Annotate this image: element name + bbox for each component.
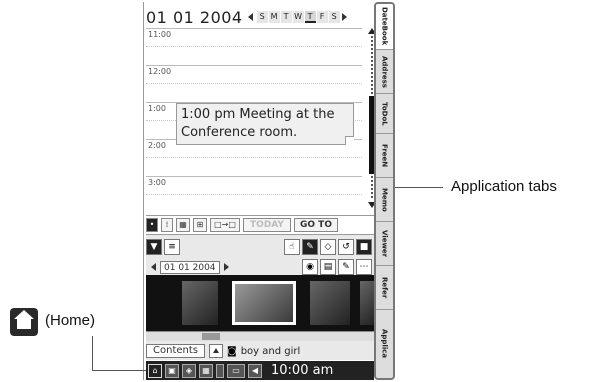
tab-label: Memo <box>380 187 389 212</box>
home-icon-illustration <box>10 308 38 336</box>
tab-label: Applica <box>380 329 389 359</box>
color-swatch-icon[interactable]: ■ <box>356 239 372 255</box>
time-slot-label: 1:00 <box>148 104 166 113</box>
home-label: (Home) <box>45 312 96 329</box>
clock[interactable]: 10:00 am <box>271 363 333 378</box>
view-toolbar: • ⁞ ▦ ⊞ □→□ TODAY GO TO <box>146 215 374 233</box>
tab-label: Refer <box>380 276 389 299</box>
callout-line-tabs <box>395 187 443 188</box>
next-date-arrow-icon[interactable] <box>223 263 229 271</box>
tab-label: DateBook <box>380 7 389 46</box>
tab-freenote[interactable]: FreeN <box>376 134 393 178</box>
tab-todo[interactable]: ToDoL <box>376 94 393 134</box>
hand-tool-icon[interactable]: ☝ <box>284 239 300 255</box>
picture-caption: boy and girl <box>240 345 301 357</box>
caption-bar: Contents ◙ boy and girl <box>146 343 374 359</box>
tab-viewer[interactable]: Viewer <box>376 222 393 266</box>
date-bar: 01 01 2004 S M T W T F S <box>146 6 374 28</box>
viewer-toolbar: ▼ ≡ ☝ ✎ ◇ ↺ ■ <box>146 237 374 257</box>
time-slot-label: 2:00 <box>148 141 166 150</box>
time-slot-label: 3:00 <box>148 178 166 187</box>
picture-date[interactable]: 01 01 2004 <box>160 260 220 274</box>
horizontal-scrollbar[interactable] <box>146 331 374 341</box>
callout-line-home-v <box>92 336 93 370</box>
camera-small-icon: ◙ <box>226 345 237 357</box>
thumbnail[interactable] <box>182 281 218 325</box>
day-timeline: 11:00 12:00 1:00 2:00 3:00 1:00 pm Meeti… <box>146 28 376 212</box>
up-arrow-icon[interactable] <box>208 344 223 358</box>
time-slot-label: 11:00 <box>148 30 172 39</box>
month-view-icon[interactable]: ▦ <box>176 218 190 232</box>
thumbnail-selected[interactable] <box>232 281 296 325</box>
tab-address[interactable]: Address <box>376 50 393 94</box>
edit-icon[interactable]: ✎ <box>338 259 354 275</box>
time-slot-label: 12:00 <box>148 67 172 76</box>
thumbnail[interactable] <box>310 281 350 325</box>
goto-button[interactable]: GO TO <box>294 218 338 232</box>
event-text: 1:00 pm Meeting at the Conference room. <box>181 107 335 140</box>
thumbnail-strip <box>146 275 374 331</box>
week-days: S M T W T F S <box>256 11 340 23</box>
day-button[interactable]: W <box>292 11 304 23</box>
viewer-panel: ▼ ≡ ☝ ✎ ◇ ↺ ■ 01 01 2004 ◉ ▤ ✎ ⋯ Content… <box>146 234 374 360</box>
undo-icon[interactable]: ↺ <box>338 239 354 255</box>
day-button[interactable]: F <box>316 11 328 23</box>
day-button[interactable]: S <box>256 11 268 23</box>
film-icon[interactable]: ▤ <box>320 259 336 275</box>
picture-nav: 01 01 2004 ◉ ▤ ✎ ⋯ <box>146 259 374 275</box>
week-view-icon[interactable]: ⁞ <box>161 218 173 232</box>
calculator-icon[interactable]: ▦ <box>199 363 213 378</box>
home-icon[interactable]: ⌂ <box>148 363 162 378</box>
day-button-today[interactable]: T <box>304 11 316 23</box>
application-tabs: DateBook Address ToDoL FreeN Memo Viewer… <box>374 2 395 380</box>
download-icon[interactable]: ▼ <box>146 239 162 255</box>
calendar-event[interactable]: 1:00 pm Meeting at the Conference room. <box>176 103 354 145</box>
pda-device: 01 01 2004 S M T W T F S 11:00 12:00 1:0… <box>143 2 395 380</box>
more-icon[interactable]: ⋯ <box>356 259 372 275</box>
current-date[interactable]: 01 01 2004 <box>146 8 243 27</box>
new-memo-icon[interactable]: ≡ <box>164 239 180 255</box>
application-tabs-label: Application tabs <box>451 178 557 195</box>
eraser-tool-icon[interactable]: ◇ <box>320 239 336 255</box>
h-scroll-thumb[interactable] <box>202 333 220 340</box>
today-button[interactable]: TODAY <box>243 218 291 232</box>
volume-icon[interactable]: ◀ <box>248 363 262 378</box>
pen-tool-icon[interactable]: ✎ <box>302 239 318 255</box>
battery-icon <box>216 363 224 378</box>
prev-week-arrow-icon[interactable] <box>247 13 253 21</box>
camera-icon[interactable]: ◉ <box>302 259 318 275</box>
day-button[interactable]: S <box>328 11 340 23</box>
day-button[interactable]: T <box>280 11 292 23</box>
screen: 01 01 2004 S M T W T F S 11:00 12:00 1:0… <box>143 2 376 380</box>
tab-reference[interactable]: Refer <box>376 266 393 310</box>
callout-line-home-h <box>92 370 146 371</box>
card-icon[interactable]: ▭ <box>227 363 245 378</box>
day-button[interactable]: M <box>268 11 280 23</box>
range-view-icon[interactable]: □→□ <box>210 218 240 232</box>
next-week-arrow-icon[interactable] <box>341 13 347 21</box>
status-bar: ⌂ ▣ ◈ ▦ ▭ ◀ 10:00 am <box>146 361 374 380</box>
tab-label: ToDoL <box>380 101 389 126</box>
year-view-icon[interactable]: ⊞ <box>193 218 207 232</box>
tab-applications[interactable]: Applica <box>376 310 393 378</box>
tab-datebook[interactable]: DateBook <box>376 4 393 50</box>
tab-label: FreeN <box>380 143 389 168</box>
tab-memo[interactable]: Memo <box>376 178 393 222</box>
menu-icon[interactable]: ▣ <box>165 363 179 378</box>
tab-label: Address <box>380 55 389 88</box>
day-view-icon[interactable]: • <box>146 218 158 232</box>
prev-date-arrow-icon[interactable] <box>151 263 156 271</box>
find-icon[interactable]: ◈ <box>182 363 196 378</box>
event-fold-icon <box>345 136 354 145</box>
contents-button[interactable]: Contents <box>146 344 205 358</box>
thumbnail[interactable] <box>360 281 374 325</box>
tab-label: Viewer <box>380 229 389 258</box>
